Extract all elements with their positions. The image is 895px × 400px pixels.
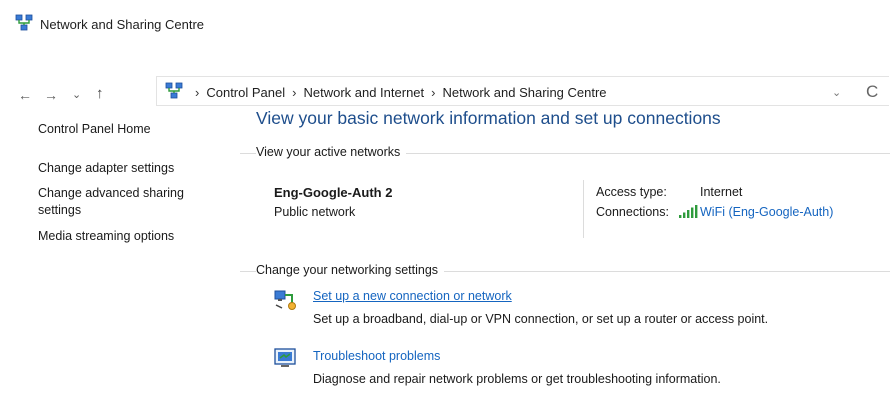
access-type-value: Internet — [700, 185, 743, 199]
network-center-icon — [165, 82, 183, 99]
access-type-label: Access type: — [596, 185, 667, 199]
connections-label: Connections: — [596, 205, 669, 219]
sidebar-item-media-streaming[interactable]: Media streaming options — [38, 228, 174, 245]
back-button[interactable]: ← — [18, 87, 32, 103]
up-button[interactable]: ↑ — [96, 86, 104, 102]
breadcrumb-separator: › — [431, 85, 436, 100]
network-info-divider — [583, 180, 584, 238]
breadcrumb: › Control Panel › Network and Internet › Netw… — [188, 85, 607, 100]
change-settings-label: Change your networking settings — [256, 263, 445, 277]
troubleshoot-problems-link[interactable]: Troubleshoot problems — [313, 349, 440, 363]
connection-wifi-link[interactable]: WiFi (Eng-Google-Auth) — [700, 205, 833, 219]
recent-locations-button[interactable]: ⌄ — [72, 87, 81, 103]
sidebar-item-change-advanced-sharing[interactable]: Change advanced sharing settings — [38, 185, 228, 219]
troubleshoot-icon — [274, 348, 296, 367]
refresh-button[interactable]: C — [866, 82, 878, 102]
forward-button[interactable]: → — [44, 87, 58, 103]
wifi-signal-bars-icon — [679, 205, 698, 218]
setup-new-connection-link[interactable]: Set up a new connection or network — [313, 289, 512, 303]
network-name: Eng-Google-Auth 2 — [274, 185, 393, 200]
window-title: Network and Sharing Centre — [40, 17, 205, 32]
active-networks-label: View your active networks — [256, 145, 407, 159]
setup-new-connection-description: Set up a broadband, dial-up or VPN conne… — [313, 312, 769, 326]
breadcrumb-separator: › — [292, 85, 297, 100]
troubleshoot-problems-description: Diagnose and repair network problems or … — [313, 372, 721, 386]
sidebar-item-change-adapter-settings[interactable]: Change adapter settings — [38, 160, 174, 177]
new-connection-icon — [274, 290, 296, 310]
breadcrumb-network-and-internet[interactable]: Network and Internet — [303, 85, 424, 100]
address-dropdown-button[interactable]: ⌄ — [832, 86, 841, 99]
network-category: Public network — [274, 205, 356, 219]
breadcrumb-network-and-sharing-centre[interactable]: Network and Sharing Centre — [443, 85, 607, 100]
page-title: View your basic network information and … — [256, 108, 721, 128]
network-center-icon — [15, 14, 33, 31]
sidebar-item-control-panel-home[interactable]: Control Panel Home — [38, 121, 151, 138]
breadcrumb-control-panel[interactable]: Control Panel — [206, 85, 285, 100]
breadcrumb-separator: › — [195, 85, 200, 100]
